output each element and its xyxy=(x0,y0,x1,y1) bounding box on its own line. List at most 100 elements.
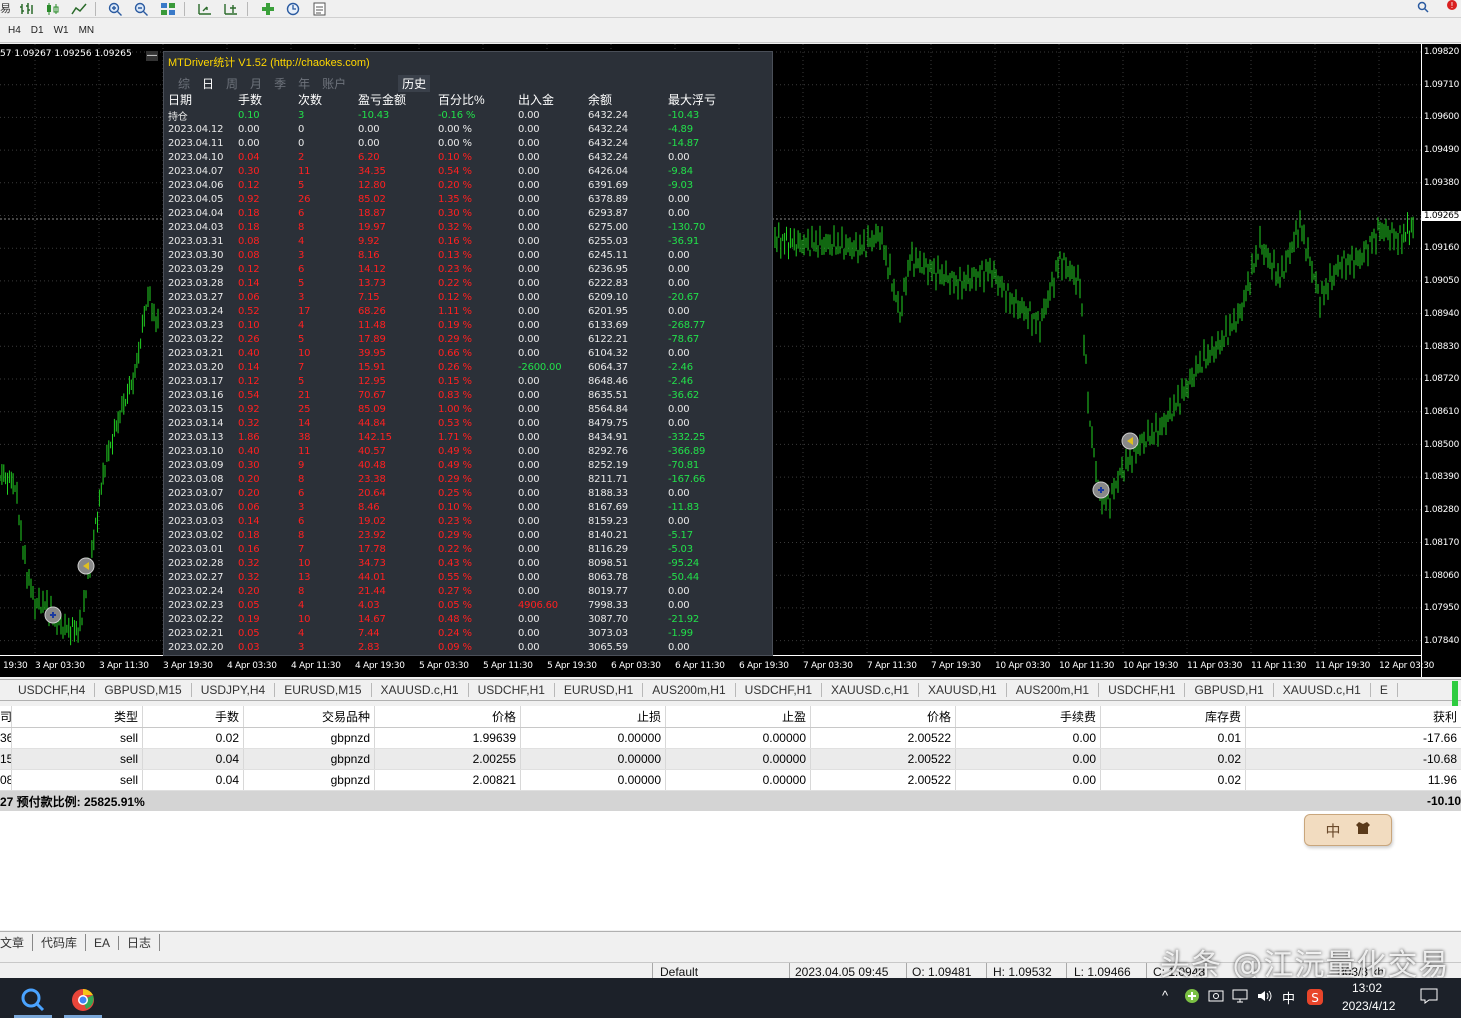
trade-column-header[interactable]: 价格 xyxy=(375,706,521,727)
stats-row: 2023.03.10 0.40 11 40.57 0.49 % 0.00 8292.76 -3… xyxy=(164,444,772,458)
chart-window-tab[interactable]: EURUSD,H1 xyxy=(555,683,644,697)
chart-window-tab[interactable]: USDCHF,H1 xyxy=(1099,683,1186,697)
stats-cell: 1.71 % xyxy=(438,431,472,443)
stats-tab-history[interactable]: 历史 xyxy=(398,74,431,92)
chart-window-tab[interactable]: EURUSD,M15 xyxy=(275,683,372,697)
chart-window-tab[interactable]: E xyxy=(1371,683,1398,697)
trade-column-header[interactable]: 获利 xyxy=(1246,706,1461,727)
trade-column-header[interactable]: 手数 xyxy=(143,706,244,727)
chart-window-tab[interactable]: GBPUSD,M15 xyxy=(95,683,192,697)
stats-cell: 2023.03.20 xyxy=(168,361,224,373)
stats-cell: 0.20 % xyxy=(438,179,472,191)
trade-row[interactable]: 08sell0.04gbpnzd2.008210.000000.000002.0… xyxy=(0,770,1461,791)
search-icon[interactable] xyxy=(1417,1,1429,16)
tab-articles[interactable]: 文章 xyxy=(0,934,34,951)
chart-window-tab[interactable]: GBPUSD,H1 xyxy=(1185,683,1274,697)
stats-cell: -78.67 xyxy=(668,333,700,345)
stats-cell: 0.00 xyxy=(518,557,540,569)
timeframe-d1[interactable]: D1 xyxy=(31,25,44,36)
volume-icon[interactable] xyxy=(1256,988,1272,1007)
ime-floating-toolbar[interactable]: 中 xyxy=(1304,814,1392,846)
stats-tab-day[interactable]: 日 xyxy=(202,75,214,92)
candlestick-icon[interactable] xyxy=(42,1,64,17)
chart-window-tab[interactable]: AUS200m,H1 xyxy=(643,683,736,697)
stats-cell: 2023.03.27 xyxy=(168,291,224,303)
stats-cell: 3 xyxy=(298,249,305,261)
stats-cell: 2023.02.22 xyxy=(168,613,224,625)
trade-column-header[interactable]: 止盈 xyxy=(666,706,811,727)
chart-window-tab[interactable]: XAUUSD,H1 xyxy=(919,683,1007,697)
stats-title: MTDriver统计 V1.52 (http://chaokes.com) xyxy=(164,52,772,74)
search-app-icon[interactable] xyxy=(8,982,58,1018)
stats-tab-week[interactable]: 周 xyxy=(226,75,238,92)
stats-cell: 6275.00 xyxy=(588,221,628,233)
chart-window-tab[interactable]: USDCHF,H1 xyxy=(736,683,822,697)
stats-cell: 0.54 xyxy=(238,389,260,401)
stats-tab-summary[interactable]: 综 xyxy=(178,75,190,92)
periods-icon[interactable] xyxy=(283,1,305,17)
timeframe-h4[interactable]: H4 xyxy=(8,25,21,36)
autoscroll-icon[interactable] xyxy=(194,1,216,17)
trade-column-header[interactable]: 交易品种 xyxy=(244,706,375,727)
chart-window-tab[interactable]: USDCHF,H4 xyxy=(0,683,96,697)
tab-ea[interactable]: EA xyxy=(86,935,120,950)
trade-column-header[interactable]: 库存费 xyxy=(1101,706,1246,727)
trade-row[interactable]: 15sell0.04gbpnzd2.002550.000000.000002.0… xyxy=(0,749,1461,770)
shirt-icon[interactable] xyxy=(1355,821,1371,839)
tab-codebase[interactable]: 代码库 xyxy=(33,934,87,951)
stats-cell: 0.00 % xyxy=(438,137,472,149)
indicators-icon[interactable] xyxy=(257,1,279,17)
clock-time[interactable]: 13:02 xyxy=(1352,981,1382,995)
stats-row: 2023.02.21 0.05 4 7.44 0.24 % 0.00 3073.03 -1.9… xyxy=(164,626,772,640)
notification-center-icon[interactable] xyxy=(1420,988,1438,1007)
stats-tab-account[interactable]: 账户 xyxy=(322,75,346,92)
chart-window-tab[interactable]: USDCHF,H1 xyxy=(469,683,555,697)
notification-icon[interactable]: ! xyxy=(1441,0,1457,17)
stats-cell: 0.49 % xyxy=(438,459,472,471)
chart-shift-icon[interactable] xyxy=(220,1,242,17)
chart-window-tab[interactable]: XAUUSD.c,H1 xyxy=(372,683,469,697)
stats-cell: 0.15 % xyxy=(438,375,472,387)
chart-close-button[interactable]: — xyxy=(146,51,158,61)
stats-cell: 2023.04.11 xyxy=(168,137,224,149)
browser-app-icon[interactable] xyxy=(58,982,108,1018)
tab-journal[interactable]: 日志 xyxy=(119,934,161,951)
ime-language-label[interactable]: 中 xyxy=(1325,820,1340,841)
templates-icon[interactable] xyxy=(309,1,331,17)
stats-row: 2023.03.31 0.08 4 9.92 0.16 % 0.00 6255.03 -36.… xyxy=(164,234,772,248)
stats-header: 余额 xyxy=(588,93,613,107)
tray-ime-label[interactable]: 中 xyxy=(1282,988,1295,1007)
stats-row: 2023.03.20 0.14 7 15.91 0.26 % -2600.00 6064.3… xyxy=(164,360,772,374)
sogou-ime-icon[interactable]: S xyxy=(1306,988,1324,1009)
price-chart[interactable]: 57 1.09267 1.09256 1.09265 — 1.09820 1.09… xyxy=(0,44,1461,677)
chart-window-tab[interactable]: XAUUSD.c,H1 xyxy=(822,683,920,697)
trade-column-header[interactable]: 价格 xyxy=(811,706,956,727)
tray-plus-icon[interactable] xyxy=(1184,988,1200,1007)
trade-cell: 0.00000 xyxy=(666,728,811,748)
timeframe-w1[interactable]: W1 xyxy=(54,25,69,36)
trade-column-header[interactable]: 司 xyxy=(0,706,12,727)
trade-column-header[interactable]: 类型 xyxy=(12,706,143,727)
clock-date[interactable]: 2023/4/12 xyxy=(1342,999,1395,1013)
zoom-out-icon[interactable] xyxy=(131,1,153,17)
timeframe-mn[interactable]: MN xyxy=(79,25,95,36)
tray-app-icon[interactable] xyxy=(1208,988,1224,1007)
trade-column-header[interactable]: 手续费 xyxy=(956,706,1101,727)
chart-window-tab[interactable]: USDJPY,H4 xyxy=(192,683,276,697)
stats-cell: 26 xyxy=(298,193,311,205)
chart-window-tab[interactable]: XAUUSD.c,H1 xyxy=(1274,683,1371,697)
stats-tab-month[interactable]: 月 xyxy=(250,75,262,92)
stats-cell: 0.26 % xyxy=(438,361,472,373)
chevron-up-icon[interactable]: ^ xyxy=(1162,988,1168,1003)
trade-column-header[interactable]: 止损 xyxy=(521,706,666,727)
line-chart-icon[interactable] xyxy=(68,1,90,17)
bar-chart-icon[interactable] xyxy=(16,1,38,17)
stats-tab-year[interactable]: 年 xyxy=(298,75,310,92)
stats-cell: 0.18 xyxy=(238,207,260,219)
zoom-in-icon[interactable] xyxy=(105,1,127,17)
network-icon[interactable] xyxy=(1232,988,1248,1007)
tile-windows-icon[interactable] xyxy=(157,1,179,17)
stats-tab-quarter[interactable]: 季 xyxy=(274,75,286,92)
trade-row[interactable]: 36sell0.02gbpnzd1.996390.000000.000002.0… xyxy=(0,728,1461,749)
chart-window-tab[interactable]: AUS200m,H1 xyxy=(1007,683,1100,697)
